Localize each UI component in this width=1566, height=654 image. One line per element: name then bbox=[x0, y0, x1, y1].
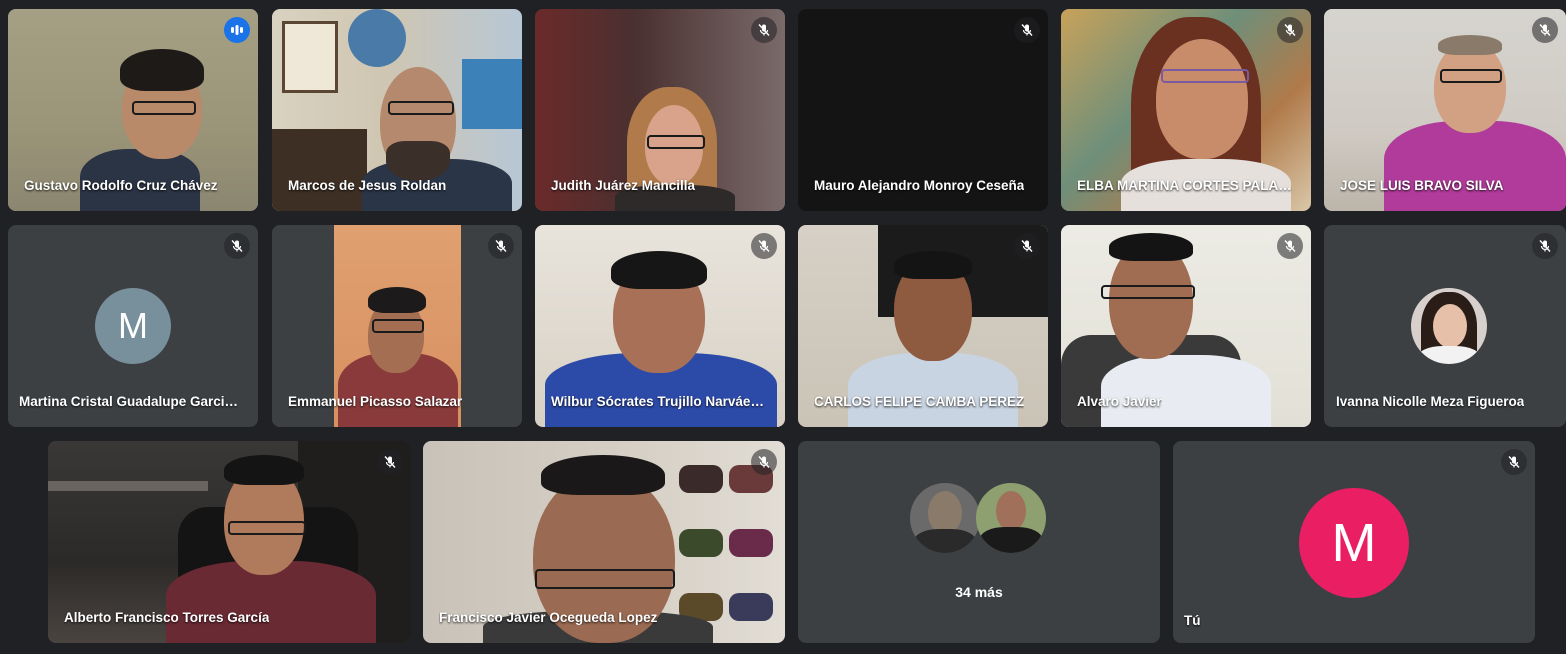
participant-name: Francisco Javier Ocegueda Lopez bbox=[439, 610, 658, 625]
avatar bbox=[1411, 288, 1487, 364]
participant-name: Emmanuel Picasso Salazar bbox=[288, 394, 463, 409]
participant-name: Ivanna Nicolle Meza Figueroa bbox=[1336, 394, 1525, 409]
participant-tile[interactable]: Ivanna Nicolle Meza Figueroa bbox=[1324, 225, 1566, 427]
participant-tile[interactable]: Judith Juárez Mancilla bbox=[535, 9, 785, 211]
participant-name: Marcos de Jesus Roldan bbox=[288, 178, 447, 193]
avatar: M bbox=[95, 288, 171, 364]
participant-tile[interactable]: Marcos de Jesus Roldan bbox=[272, 9, 522, 211]
mic-off-icon bbox=[1277, 17, 1303, 43]
participant-name: CARLOS FELIPE CAMBA PEREZ bbox=[814, 394, 1025, 409]
participant-tile[interactable]: Wilbur Sócrates Trujillo Narváe… bbox=[535, 225, 785, 427]
participant-tile[interactable]: Alberto Francisco Torres García bbox=[48, 441, 411, 643]
avatar: M bbox=[1299, 488, 1409, 598]
mic-off-icon bbox=[1014, 233, 1040, 259]
mic-off-icon bbox=[1014, 17, 1040, 43]
participant-name: Tú bbox=[1184, 613, 1201, 628]
participant-name: Mauro Alejandro Monroy Ceseña bbox=[814, 178, 1025, 193]
mic-off-icon bbox=[377, 449, 403, 475]
participant-name: Alvaro Javier bbox=[1077, 394, 1162, 409]
speaking-icon bbox=[224, 17, 250, 43]
participant-tile[interactable]: M Martina Cristal Guadalupe Garci… bbox=[8, 225, 258, 427]
avatar-letter: M bbox=[1331, 513, 1377, 573]
mic-off-icon bbox=[1532, 233, 1558, 259]
self-tile[interactable]: M Tú bbox=[1173, 441, 1535, 643]
mic-off-icon bbox=[751, 233, 777, 259]
participant-name: Wilbur Sócrates Trujillo Narváe… bbox=[551, 394, 764, 409]
mic-off-icon bbox=[1277, 233, 1303, 259]
more-avatar bbox=[976, 483, 1046, 553]
participant-tile[interactable]: Emmanuel Picasso Salazar bbox=[272, 225, 522, 427]
participant-tile[interactable]: ELBA MARTINA CORTES PALA… bbox=[1061, 9, 1311, 211]
mic-off-icon bbox=[1501, 449, 1527, 475]
participant-tile[interactable]: Gustavo Rodolfo Cruz Chávez bbox=[8, 9, 258, 211]
participant-tile[interactable]: Mauro Alejandro Monroy Ceseña bbox=[798, 9, 1048, 211]
more-avatar bbox=[910, 483, 980, 553]
participant-name: Judith Juárez Mancilla bbox=[551, 178, 696, 193]
participant-name: Gustavo Rodolfo Cruz Chávez bbox=[24, 178, 218, 193]
mic-off-icon bbox=[751, 449, 777, 475]
participant-tile[interactable]: Alvaro Javier bbox=[1061, 225, 1311, 427]
participant-name: ELBA MARTINA CORTES PALA… bbox=[1077, 178, 1292, 193]
more-count-label: 34 más bbox=[955, 584, 1003, 600]
mic-off-icon bbox=[1532, 17, 1558, 43]
avatar-letter: M bbox=[118, 305, 148, 346]
more-participants-tile[interactable]: 34 más bbox=[798, 441, 1160, 643]
participant-tile[interactable]: CARLOS FELIPE CAMBA PEREZ bbox=[798, 225, 1048, 427]
participant-name: Martina Cristal Guadalupe Garci… bbox=[19, 394, 239, 409]
mic-off-icon bbox=[488, 233, 514, 259]
mic-off-icon bbox=[224, 233, 250, 259]
mic-off-icon bbox=[751, 17, 777, 43]
participant-tile[interactable]: JOSE LUIS BRAVO SILVA bbox=[1324, 9, 1566, 211]
participant-tile[interactable]: Francisco Javier Ocegueda Lopez bbox=[423, 441, 785, 643]
participant-name: Alberto Francisco Torres García bbox=[64, 610, 270, 625]
participant-name: JOSE LUIS BRAVO SILVA bbox=[1340, 178, 1504, 193]
